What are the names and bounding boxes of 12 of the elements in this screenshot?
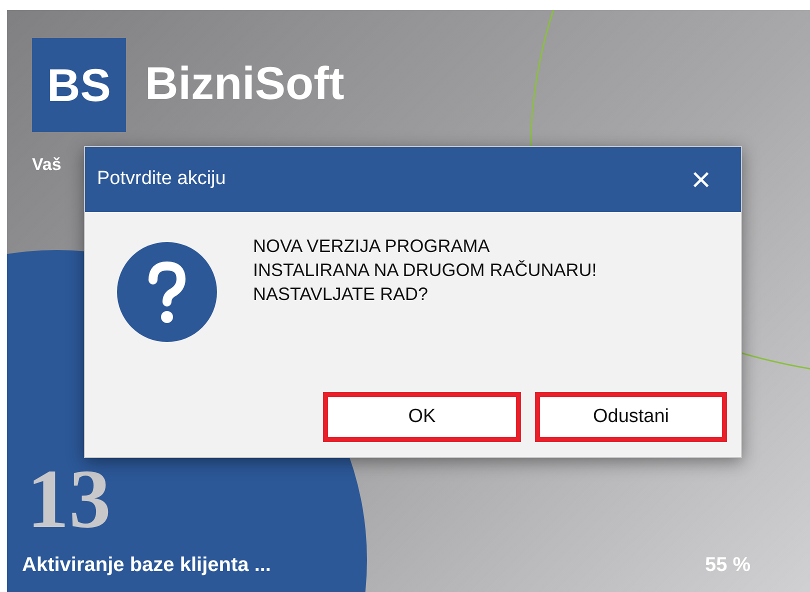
logo-mark: BS bbox=[32, 38, 126, 132]
version-number: 13 bbox=[27, 458, 111, 542]
logo-text: BizniSoft bbox=[145, 60, 344, 106]
window-title: Potvrdite akciju bbox=[97, 167, 226, 192]
dialog-button[interactable]: Odustani bbox=[535, 392, 727, 442]
status-text: Aktiviranje baze klijenta ... bbox=[22, 555, 271, 575]
close-button[interactable]: × bbox=[691, 162, 711, 196]
tagline: Vaš bbox=[32, 154, 62, 176]
progress-percent: 55 % bbox=[705, 555, 751, 575]
question-icon bbox=[117, 242, 217, 342]
dialog-button[interactable]: OK bbox=[323, 392, 521, 442]
dialog-message: NOVA VERZIJA PROGRAMA INSTALIRANA NA DRUGOM RAČUNARU! NASTAVLJATE RAD? bbox=[253, 235, 597, 306]
